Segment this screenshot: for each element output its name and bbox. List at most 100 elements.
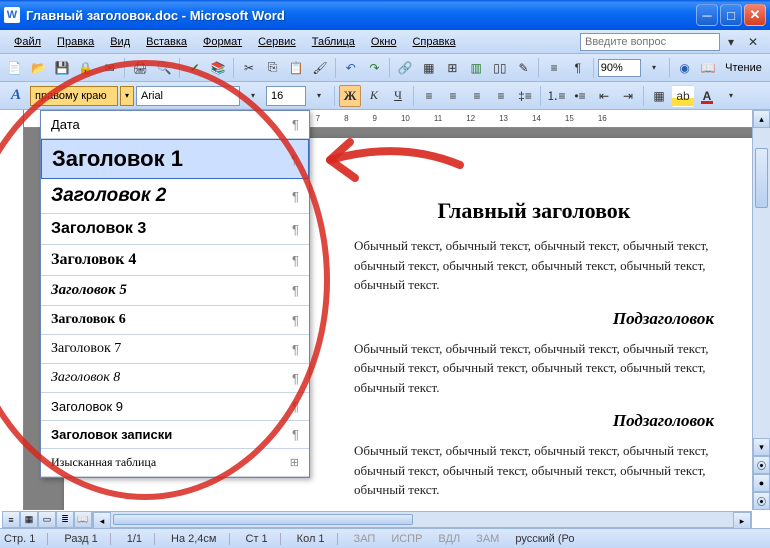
style-option[interactable]: Заголовок 7¶ <box>41 335 309 364</box>
web-view-icon[interactable]: ▦ <box>20 511 38 528</box>
menu-format[interactable]: Формат <box>195 34 250 50</box>
horizontal-scrollbar[interactable]: ◂ ▸ <box>92 511 752 528</box>
window-title: Главный заголовок.doc - Microsoft Word <box>26 8 696 23</box>
scroll-thumb[interactable] <box>755 148 768 208</box>
hyperlink-icon[interactable]: 🔗 <box>394 57 416 79</box>
save-icon[interactable]: 💾 <box>51 57 73 79</box>
style-option[interactable]: Заголовок 1¶ <box>41 139 309 179</box>
style-option[interactable]: Дата¶ <box>41 111 309 139</box>
reading-label[interactable]: Чтение <box>721 62 766 74</box>
style-option[interactable]: Заголовок 2¶ <box>41 179 309 214</box>
doc-main-heading: Главный заголовок <box>354 198 714 224</box>
style-option[interactable]: Заголовок 4¶ <box>41 245 309 276</box>
hscroll-thumb[interactable] <box>113 514 413 525</box>
style-option-label: Заголовок 6 <box>51 312 126 328</box>
style-combo[interactable]: правому краю <box>30 86 118 106</box>
menu-window[interactable]: Окно <box>363 34 405 50</box>
paste-icon[interactable]: 📋 <box>286 57 308 79</box>
menu-insert[interactable]: Вставка <box>138 34 195 50</box>
normal-view-icon[interactable]: ≡ <box>2 511 20 528</box>
style-option[interactable]: Заголовок 5¶ <box>41 276 309 306</box>
size-dropdown-icon[interactable]: ▾ <box>308 85 330 107</box>
style-option[interactable]: Заголовок 8¶ <box>41 364 309 393</box>
style-option[interactable]: Заголовок 6¶ <box>41 306 309 335</box>
align-left-icon[interactable]: ≡ <box>418 85 440 107</box>
paragraph-marker-icon: ¶ <box>292 283 299 298</box>
print-preview-icon[interactable]: 🔍 <box>153 57 175 79</box>
permission-icon[interactable]: 🔒 <box>75 57 97 79</box>
browse-next-button[interactable]: ⦿ <box>753 492 770 510</box>
menu-help[interactable]: Справка <box>404 34 463 50</box>
open-icon[interactable]: 📂 <box>28 57 50 79</box>
zoom-combo[interactable]: 90% <box>598 59 641 77</box>
format-painter-icon[interactable]: 🖌 <box>309 57 331 79</box>
columns-icon[interactable]: ▯▯ <box>489 57 511 79</box>
close-button[interactable]: ✕ <box>744 4 766 26</box>
copy-icon[interactable]: ⎘ <box>262 57 284 79</box>
browse-prev-button[interactable]: ⦿ <box>753 456 770 474</box>
maximize-button[interactable]: □ <box>720 4 742 26</box>
menu-table[interactable]: Таблица <box>304 34 363 50</box>
align-right-icon[interactable]: ≡ <box>466 85 488 107</box>
borders-icon[interactable]: ▦ <box>648 85 670 107</box>
scroll-down-button[interactable]: ▾ <box>753 438 770 456</box>
menu-dropdown-icon[interactable]: ▾ <box>720 31 742 53</box>
justify-icon[interactable]: ≡ <box>490 85 512 107</box>
insert-table-icon[interactable]: ⊞ <box>442 57 464 79</box>
zoom-dropdown-icon[interactable]: ▾ <box>643 57 665 79</box>
research-icon[interactable]: 📚 <box>207 57 229 79</box>
minimize-button[interactable]: ─ <box>696 4 718 26</box>
outline-view-icon[interactable]: ≣ <box>56 511 74 528</box>
style-option[interactable]: Заголовок 9¶ <box>41 393 309 421</box>
spellcheck-icon[interactable]: ✔ <box>184 57 206 79</box>
doc-map-icon[interactable]: ≡ <box>543 57 565 79</box>
formatting-toolbar: A правому краю ▾ Arial ▾ 16 ▾ Ж К Ч ≡ ≡ … <box>0 82 770 110</box>
redo-icon[interactable]: ↷ <box>364 57 386 79</box>
decrease-indent-icon[interactable]: ⇤ <box>593 85 615 107</box>
paragraph-marker-icon: ¶ <box>292 117 299 132</box>
scroll-up-button[interactable]: ▴ <box>753 110 770 128</box>
font-combo[interactable]: Arial <box>136 86 240 106</box>
help-icon[interactable]: ◉ <box>674 57 696 79</box>
style-dropdown-button[interactable]: ▾ <box>120 86 134 106</box>
underline-button[interactable]: Ч <box>387 85 409 107</box>
styles-pane-icon[interactable]: A <box>4 85 28 107</box>
line-spacing-icon[interactable]: ‡≡ <box>514 85 536 107</box>
menu-view[interactable]: Вид <box>102 34 138 50</box>
print-view-icon[interactable]: ▭ <box>38 511 56 528</box>
italic-button[interactable]: К <box>363 85 385 107</box>
align-center-icon[interactable]: ≡ <box>442 85 464 107</box>
menu-tools[interactable]: Сервис <box>250 34 304 50</box>
print-icon[interactable]: 🖨 <box>129 57 151 79</box>
bold-button[interactable]: Ж <box>339 85 361 107</box>
undo-icon[interactable]: ↶ <box>340 57 362 79</box>
style-option[interactable]: Заголовок записки¶ <box>41 421 309 449</box>
style-option-label: Заголовок 4 <box>51 251 136 269</box>
bullets-icon[interactable]: •≡ <box>569 85 591 107</box>
font-color-icon[interactable]: A <box>696 85 718 107</box>
reading-layout-icon[interactable]: 📖 <box>697 57 719 79</box>
drawing-icon[interactable]: ✎ <box>513 57 535 79</box>
style-option[interactable]: Изысканная таблица⊞ <box>41 449 309 477</box>
style-dropdown-list[interactable]: Дата¶Заголовок 1¶Заголовок 2¶Заголовок 3… <box>40 110 310 478</box>
reading-view-icon[interactable]: 📖 <box>74 511 92 528</box>
cut-icon[interactable]: ✂ <box>238 57 260 79</box>
font-size-combo[interactable]: 16 <box>266 86 306 106</box>
select-browse-button[interactable]: ● <box>753 474 770 492</box>
show-marks-icon[interactable]: ¶ <box>567 57 589 79</box>
numbering-icon[interactable]: ⒈≡ <box>545 85 567 107</box>
highlight-icon[interactable]: ab <box>672 85 694 107</box>
toolbar-options-icon[interactable]: ▾ <box>720 85 742 107</box>
email-icon[interactable]: ✉ <box>99 57 121 79</box>
vertical-scrollbar[interactable]: ▴ ▾ ⦿ ● ⦿ <box>752 110 770 510</box>
doc-close-button[interactable]: ✕ <box>742 31 764 53</box>
help-question-input[interactable] <box>580 33 720 51</box>
menu-file[interactable]: Файл <box>6 34 49 50</box>
style-option[interactable]: Заголовок 3¶ <box>41 214 309 245</box>
new-doc-icon[interactable]: 📄 <box>4 57 26 79</box>
font-dropdown-icon[interactable]: ▾ <box>242 85 264 107</box>
tables-borders-icon[interactable]: ▦ <box>418 57 440 79</box>
increase-indent-icon[interactable]: ⇥ <box>617 85 639 107</box>
excel-icon[interactable]: ▥ <box>465 57 487 79</box>
menu-edit[interactable]: Правка <box>49 34 102 50</box>
